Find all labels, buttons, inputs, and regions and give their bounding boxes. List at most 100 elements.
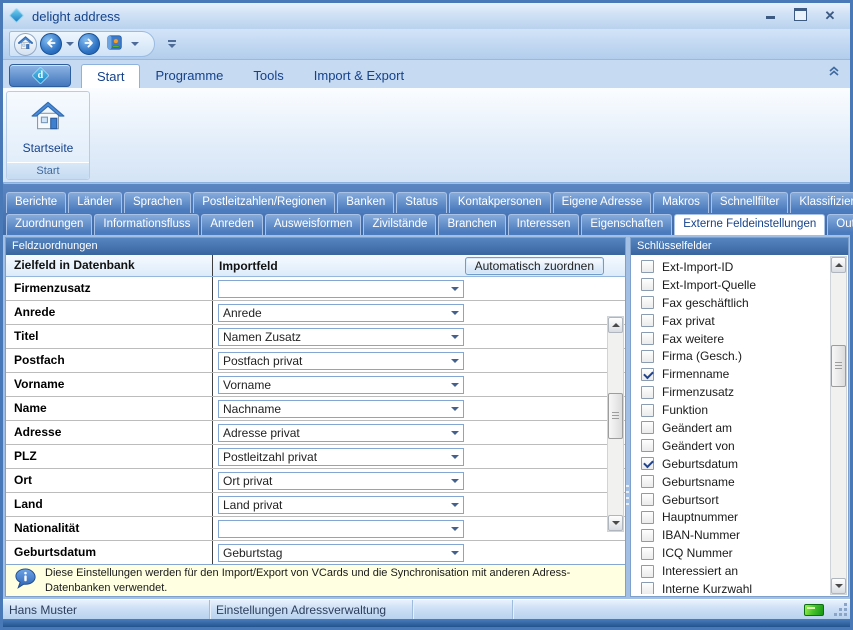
import-field-combo-nationalität[interactable] <box>218 520 464 538</box>
key-field-item-geburtsname[interactable]: Geburtsname <box>632 473 830 491</box>
key-fields-panel: Schlüsselfelder Ext-Import-IDExt-Import-… <box>630 237 849 597</box>
import-field-combo-plz[interactable]: Postleitzahl privat <box>218 448 464 466</box>
back-button[interactable] <box>40 33 62 55</box>
key-field-item-fax-privat[interactable]: Fax privat <box>632 312 830 330</box>
tab-schnellfilter[interactable]: Schnellfilter <box>711 192 788 213</box>
ribbon-tab-programme[interactable]: Programme <box>140 64 238 88</box>
tab-informationsfluss[interactable]: Informationsfluss <box>94 214 199 235</box>
key-field-item-interne-kurzwahl[interactable]: Interne Kurzwahl <box>632 580 830 594</box>
mapping-table-scrollbar[interactable] <box>607 316 624 532</box>
tab-postleitzahlen-regionen[interactable]: Postleitzahlen/Regionen <box>193 192 335 213</box>
scroll-down-button[interactable] <box>608 515 623 531</box>
tab-eigenschaften[interactable]: Eigenschaften <box>581 214 672 235</box>
key-field-item-icq-nummer[interactable]: ICQ Nummer <box>632 544 830 562</box>
key-field-item-ext-import-quelle[interactable]: Ext-Import-Quelle <box>632 276 830 294</box>
checkbox-unchecked[interactable] <box>641 350 654 363</box>
customize-toolbar-button[interactable] <box>165 40 179 48</box>
key-field-item-fax-weitere[interactable]: Fax weitere <box>632 330 830 348</box>
application-menu-button[interactable]: d <box>9 64 71 87</box>
ribbon-tab-import-export[interactable]: Import & Export <box>299 64 419 88</box>
import-field-combo-name[interactable]: Nachname <box>218 400 464 418</box>
checkbox-unchecked[interactable] <box>641 314 654 327</box>
key-field-item-hauptnummer[interactable]: Hauptnummer <box>632 508 830 526</box>
ribbon-tab-tools[interactable]: Tools <box>238 64 298 88</box>
app-icon <box>9 9 26 24</box>
tab-klassifizierung[interactable]: Klassifizierung <box>790 192 853 213</box>
key-fields-scrollbar[interactable] <box>830 256 847 595</box>
minimize-button[interactable] <box>762 8 778 24</box>
tab-status[interactable]: Status <box>396 192 447 213</box>
checkbox-unchecked[interactable] <box>641 386 654 399</box>
maximize-button[interactable] <box>792 8 808 25</box>
forward-button[interactable] <box>78 33 100 55</box>
checkbox-unchecked[interactable] <box>641 296 654 309</box>
tab-eigene-adresse[interactable]: Eigene Adresse <box>553 192 652 213</box>
checkbox-unchecked[interactable] <box>641 439 654 452</box>
import-field-combo-firmenzusatz[interactable] <box>218 280 464 298</box>
resize-grip[interactable] <box>834 603 848 617</box>
checkbox-unchecked[interactable] <box>641 475 654 488</box>
tab-sprachen[interactable]: Sprachen <box>124 192 191 213</box>
address-book-button[interactable] <box>103 32 127 56</box>
import-field-combo-land[interactable]: Land privat <box>218 496 464 514</box>
tab-interessen[interactable]: Interessen <box>508 214 580 235</box>
scrollbar-thumb[interactable] <box>831 345 846 387</box>
checkbox-unchecked[interactable] <box>641 511 654 524</box>
checkbox-unchecked[interactable] <box>641 278 654 291</box>
startseite-button[interactable]: Startseite <box>7 92 89 162</box>
checkbox-unchecked[interactable] <box>641 260 654 273</box>
scroll-up-button[interactable] <box>608 317 623 333</box>
checkbox-checked[interactable] <box>641 457 654 470</box>
import-field-combo-adresse[interactable]: Adresse privat <box>218 424 464 442</box>
key-field-item-geburtsort[interactable]: Geburtsort <box>632 491 830 509</box>
key-field-item-firma-gesch[interactable]: Firma (Gesch.) <box>632 347 830 365</box>
tab-branchen[interactable]: Branchen <box>438 214 505 235</box>
key-field-item-funktion[interactable]: Funktion <box>632 401 830 419</box>
key-field-item-geändert-von[interactable]: Geändert von <box>632 437 830 455</box>
close-button[interactable]: ✕ <box>822 8 838 24</box>
checkbox-checked[interactable] <box>641 368 654 381</box>
checkbox-unchecked[interactable] <box>641 582 654 594</box>
import-field-combo-anrede[interactable]: Anrede <box>218 304 464 322</box>
scrollbar-thumb[interactable] <box>608 393 623 439</box>
collapse-ribbon-button[interactable] <box>828 66 842 78</box>
key-field-item-fax-geschäftlich[interactable]: Fax geschäftlich <box>632 294 830 312</box>
tab-anreden[interactable]: Anreden <box>201 214 262 235</box>
key-field-item-geändert-am[interactable]: Geändert am <box>632 419 830 437</box>
key-field-item-ext-import-id[interactable]: Ext-Import-ID <box>632 258 830 276</box>
tab-zivilstände[interactable]: Zivilstände <box>363 214 436 235</box>
key-field-item-interessiert-an[interactable]: Interessiert an <box>632 562 830 580</box>
scroll-up-button[interactable] <box>831 257 846 273</box>
import-field-combo-vorname[interactable]: Vorname <box>218 376 464 394</box>
tab-zuordnungen[interactable]: Zuordnungen <box>6 214 92 235</box>
ribbon-tab-start[interactable]: Start <box>81 64 140 89</box>
checkbox-unchecked[interactable] <box>641 547 654 560</box>
tab-outlook-import[interactable]: Outlook Import <box>827 214 853 235</box>
import-field-combo-postfach[interactable]: Postfach privat <box>218 352 464 370</box>
import-field-combo-titel[interactable]: Namen Zusatz <box>218 328 464 346</box>
back-dropdown-icon[interactable] <box>66 42 74 46</box>
checkbox-unchecked[interactable] <box>641 565 654 578</box>
checkbox-unchecked[interactable] <box>641 332 654 345</box>
scroll-down-button[interactable] <box>831 578 846 594</box>
address-book-dropdown-icon[interactable] <box>131 42 139 46</box>
tab-externe-feldeinstellungen[interactable]: Externe Feldeinstellungen <box>674 214 825 235</box>
tab-berichte[interactable]: Berichte <box>6 192 66 213</box>
import-field-combo-geburtsdatum[interactable]: Geburtstag <box>218 544 464 562</box>
checkbox-unchecked[interactable] <box>641 404 654 417</box>
checkbox-unchecked[interactable] <box>641 529 654 542</box>
key-field-item-geburtsdatum[interactable]: Geburtsdatum <box>632 455 830 473</box>
checkbox-unchecked[interactable] <box>641 493 654 506</box>
checkbox-unchecked[interactable] <box>641 421 654 434</box>
auto-assign-button[interactable]: Automatisch zuordnen <box>465 257 604 275</box>
home-button[interactable] <box>14 33 37 56</box>
key-field-item-firmenzusatz[interactable]: Firmenzusatz <box>632 383 830 401</box>
key-field-item-iban-nummer[interactable]: IBAN-Nummer <box>632 526 830 544</box>
tab-ausweisformen[interactable]: Ausweisformen <box>265 214 362 235</box>
import-field-combo-ort[interactable]: Ort privat <box>218 472 464 490</box>
tab-länder[interactable]: Länder <box>68 192 122 213</box>
tab-kontakpersonen[interactable]: Kontakpersonen <box>449 192 551 213</box>
key-field-item-firmenname[interactable]: Firmenname <box>632 365 830 383</box>
tab-banken[interactable]: Banken <box>337 192 394 213</box>
tab-makros[interactable]: Makros <box>653 192 709 213</box>
